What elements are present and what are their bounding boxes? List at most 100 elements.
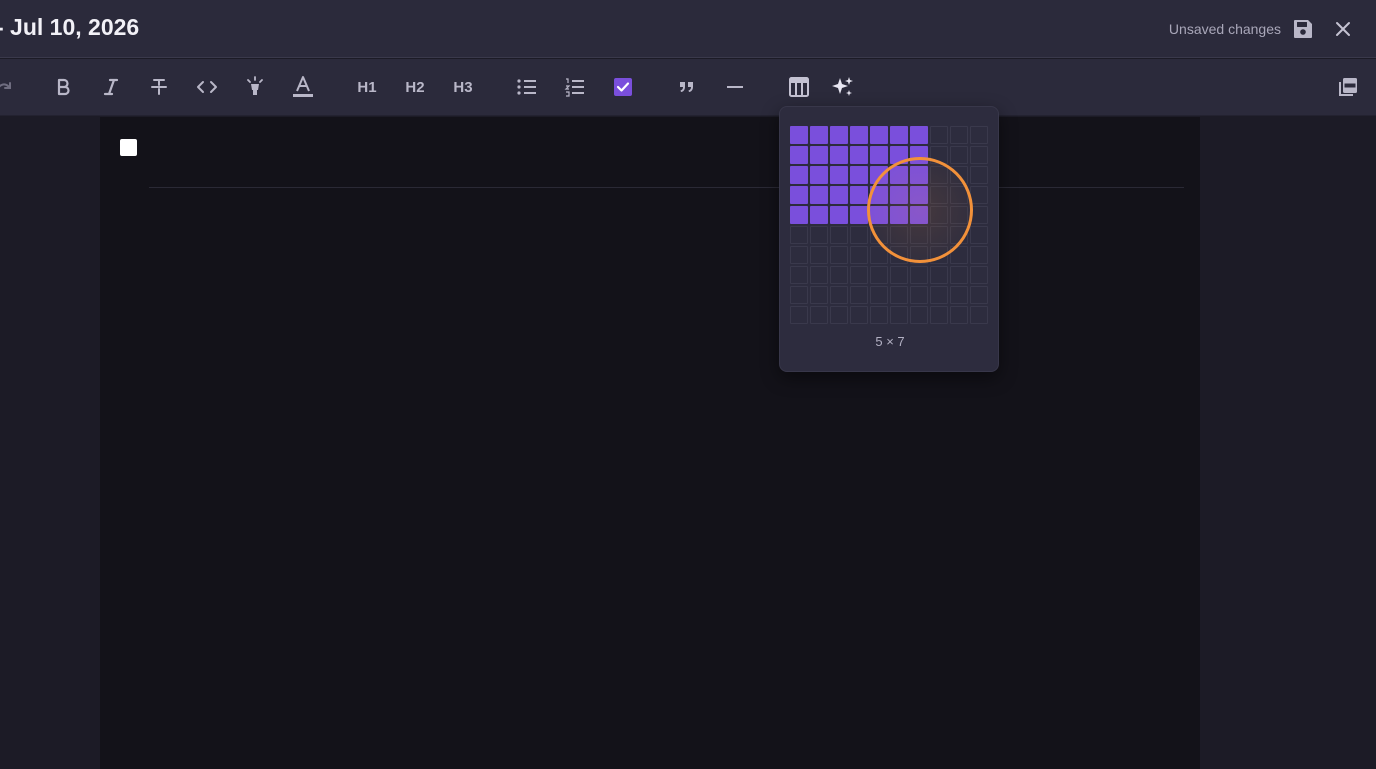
table-size-cell[interactable] xyxy=(790,186,808,204)
table-size-cell[interactable] xyxy=(950,166,968,184)
table-size-cell[interactable] xyxy=(910,186,928,204)
table-size-cell[interactable] xyxy=(850,306,868,324)
table-size-cell[interactable] xyxy=(910,146,928,164)
table-button[interactable] xyxy=(783,71,815,103)
table-size-cell[interactable] xyxy=(810,306,828,324)
table-size-cell[interactable] xyxy=(910,226,928,244)
table-size-cell[interactable] xyxy=(830,286,848,304)
table-size-cell[interactable] xyxy=(870,166,888,184)
close-button[interactable] xyxy=(1330,16,1356,42)
table-size-cell[interactable] xyxy=(850,266,868,284)
table-size-cell[interactable] xyxy=(870,206,888,224)
table-size-cell[interactable] xyxy=(810,226,828,244)
table-size-cell[interactable] xyxy=(830,306,848,324)
table-size-cell[interactable] xyxy=(910,166,928,184)
table-size-cell[interactable] xyxy=(930,146,948,164)
table-size-cell[interactable] xyxy=(830,126,848,144)
table-size-cell[interactable] xyxy=(950,206,968,224)
table-size-cell[interactable] xyxy=(850,286,868,304)
table-size-cell[interactable] xyxy=(890,146,908,164)
table-size-cell[interactable] xyxy=(870,286,888,304)
table-size-cell[interactable] xyxy=(850,146,868,164)
table-size-cell[interactable] xyxy=(810,206,828,224)
horizontal-rule-button[interactable] xyxy=(719,71,751,103)
table-size-cell[interactable] xyxy=(970,126,988,144)
save-button[interactable] xyxy=(1290,16,1316,42)
table-size-cell[interactable] xyxy=(950,146,968,164)
table-size-cell[interactable] xyxy=(970,226,988,244)
table-size-cell[interactable] xyxy=(790,166,808,184)
table-size-cell[interactable] xyxy=(830,166,848,184)
table-size-cell[interactable] xyxy=(850,246,868,264)
table-size-cell[interactable] xyxy=(890,186,908,204)
heading-2-button[interactable]: H2 xyxy=(399,71,431,103)
highlight-button[interactable] xyxy=(239,71,271,103)
table-size-cell[interactable] xyxy=(890,266,908,284)
table-size-cell[interactable] xyxy=(930,126,948,144)
table-size-cell[interactable] xyxy=(790,266,808,284)
task-checkbox[interactable] xyxy=(120,139,137,156)
ai-assist-button[interactable] xyxy=(827,71,859,103)
table-size-cell[interactable] xyxy=(830,226,848,244)
table-size-cell[interactable] xyxy=(930,186,948,204)
table-size-cell[interactable] xyxy=(830,206,848,224)
export-pdf-button[interactable] xyxy=(1332,71,1364,103)
code-button[interactable] xyxy=(191,71,223,103)
table-size-cell[interactable] xyxy=(950,286,968,304)
table-size-cell[interactable] xyxy=(970,306,988,324)
table-size-cell[interactable] xyxy=(850,166,868,184)
table-size-cell[interactable] xyxy=(950,226,968,244)
table-size-cell[interactable] xyxy=(890,206,908,224)
table-size-cell[interactable] xyxy=(910,306,928,324)
redo-button[interactable] xyxy=(0,71,20,103)
strikethrough-button[interactable] xyxy=(143,71,175,103)
table-size-cell[interactable] xyxy=(790,226,808,244)
italic-button[interactable] xyxy=(95,71,127,103)
table-size-cell[interactable] xyxy=(870,226,888,244)
table-size-cell[interactable] xyxy=(830,146,848,164)
table-size-cell[interactable] xyxy=(970,246,988,264)
table-size-cell[interactable] xyxy=(910,126,928,144)
table-size-cell[interactable] xyxy=(870,146,888,164)
table-size-cell[interactable] xyxy=(850,186,868,204)
table-size-cell[interactable] xyxy=(910,206,928,224)
table-size-cell[interactable] xyxy=(830,266,848,284)
task-list-button[interactable] xyxy=(607,71,639,103)
table-size-cell[interactable] xyxy=(810,186,828,204)
blockquote-button[interactable] xyxy=(671,71,703,103)
table-size-cell[interactable] xyxy=(850,206,868,224)
table-size-cell[interactable] xyxy=(790,286,808,304)
table-size-cell[interactable] xyxy=(970,266,988,284)
table-size-cell[interactable] xyxy=(890,306,908,324)
editor-canvas[interactable] xyxy=(100,117,1200,769)
table-size-cell[interactable] xyxy=(870,126,888,144)
table-size-cell[interactable] xyxy=(950,266,968,284)
table-size-cell[interactable] xyxy=(850,226,868,244)
table-size-cell[interactable] xyxy=(950,306,968,324)
heading-3-button[interactable]: H3 xyxy=(447,71,479,103)
table-size-cell[interactable] xyxy=(970,286,988,304)
table-size-cell[interactable] xyxy=(790,146,808,164)
table-size-cell[interactable] xyxy=(810,166,828,184)
table-size-cell[interactable] xyxy=(810,266,828,284)
table-size-cell[interactable] xyxy=(930,226,948,244)
text-color-button[interactable] xyxy=(287,71,319,103)
table-size-cell[interactable] xyxy=(830,186,848,204)
table-size-cell[interactable] xyxy=(870,186,888,204)
table-size-cell[interactable] xyxy=(810,246,828,264)
table-size-cell[interactable] xyxy=(890,166,908,184)
bold-button[interactable] xyxy=(47,71,79,103)
table-size-cell[interactable] xyxy=(790,246,808,264)
table-size-cell[interactable] xyxy=(970,146,988,164)
table-size-cell[interactable] xyxy=(930,246,948,264)
table-size-cell[interactable] xyxy=(890,126,908,144)
table-size-cell[interactable] xyxy=(790,126,808,144)
table-size-cell[interactable] xyxy=(970,206,988,224)
table-size-cell[interactable] xyxy=(890,226,908,244)
table-size-cell[interactable] xyxy=(970,166,988,184)
bullet-list-button[interactable] xyxy=(511,71,543,103)
ordered-list-button[interactable] xyxy=(559,71,591,103)
table-size-cell[interactable] xyxy=(870,266,888,284)
table-size-cell[interactable] xyxy=(910,286,928,304)
table-size-cell[interactable] xyxy=(890,246,908,264)
